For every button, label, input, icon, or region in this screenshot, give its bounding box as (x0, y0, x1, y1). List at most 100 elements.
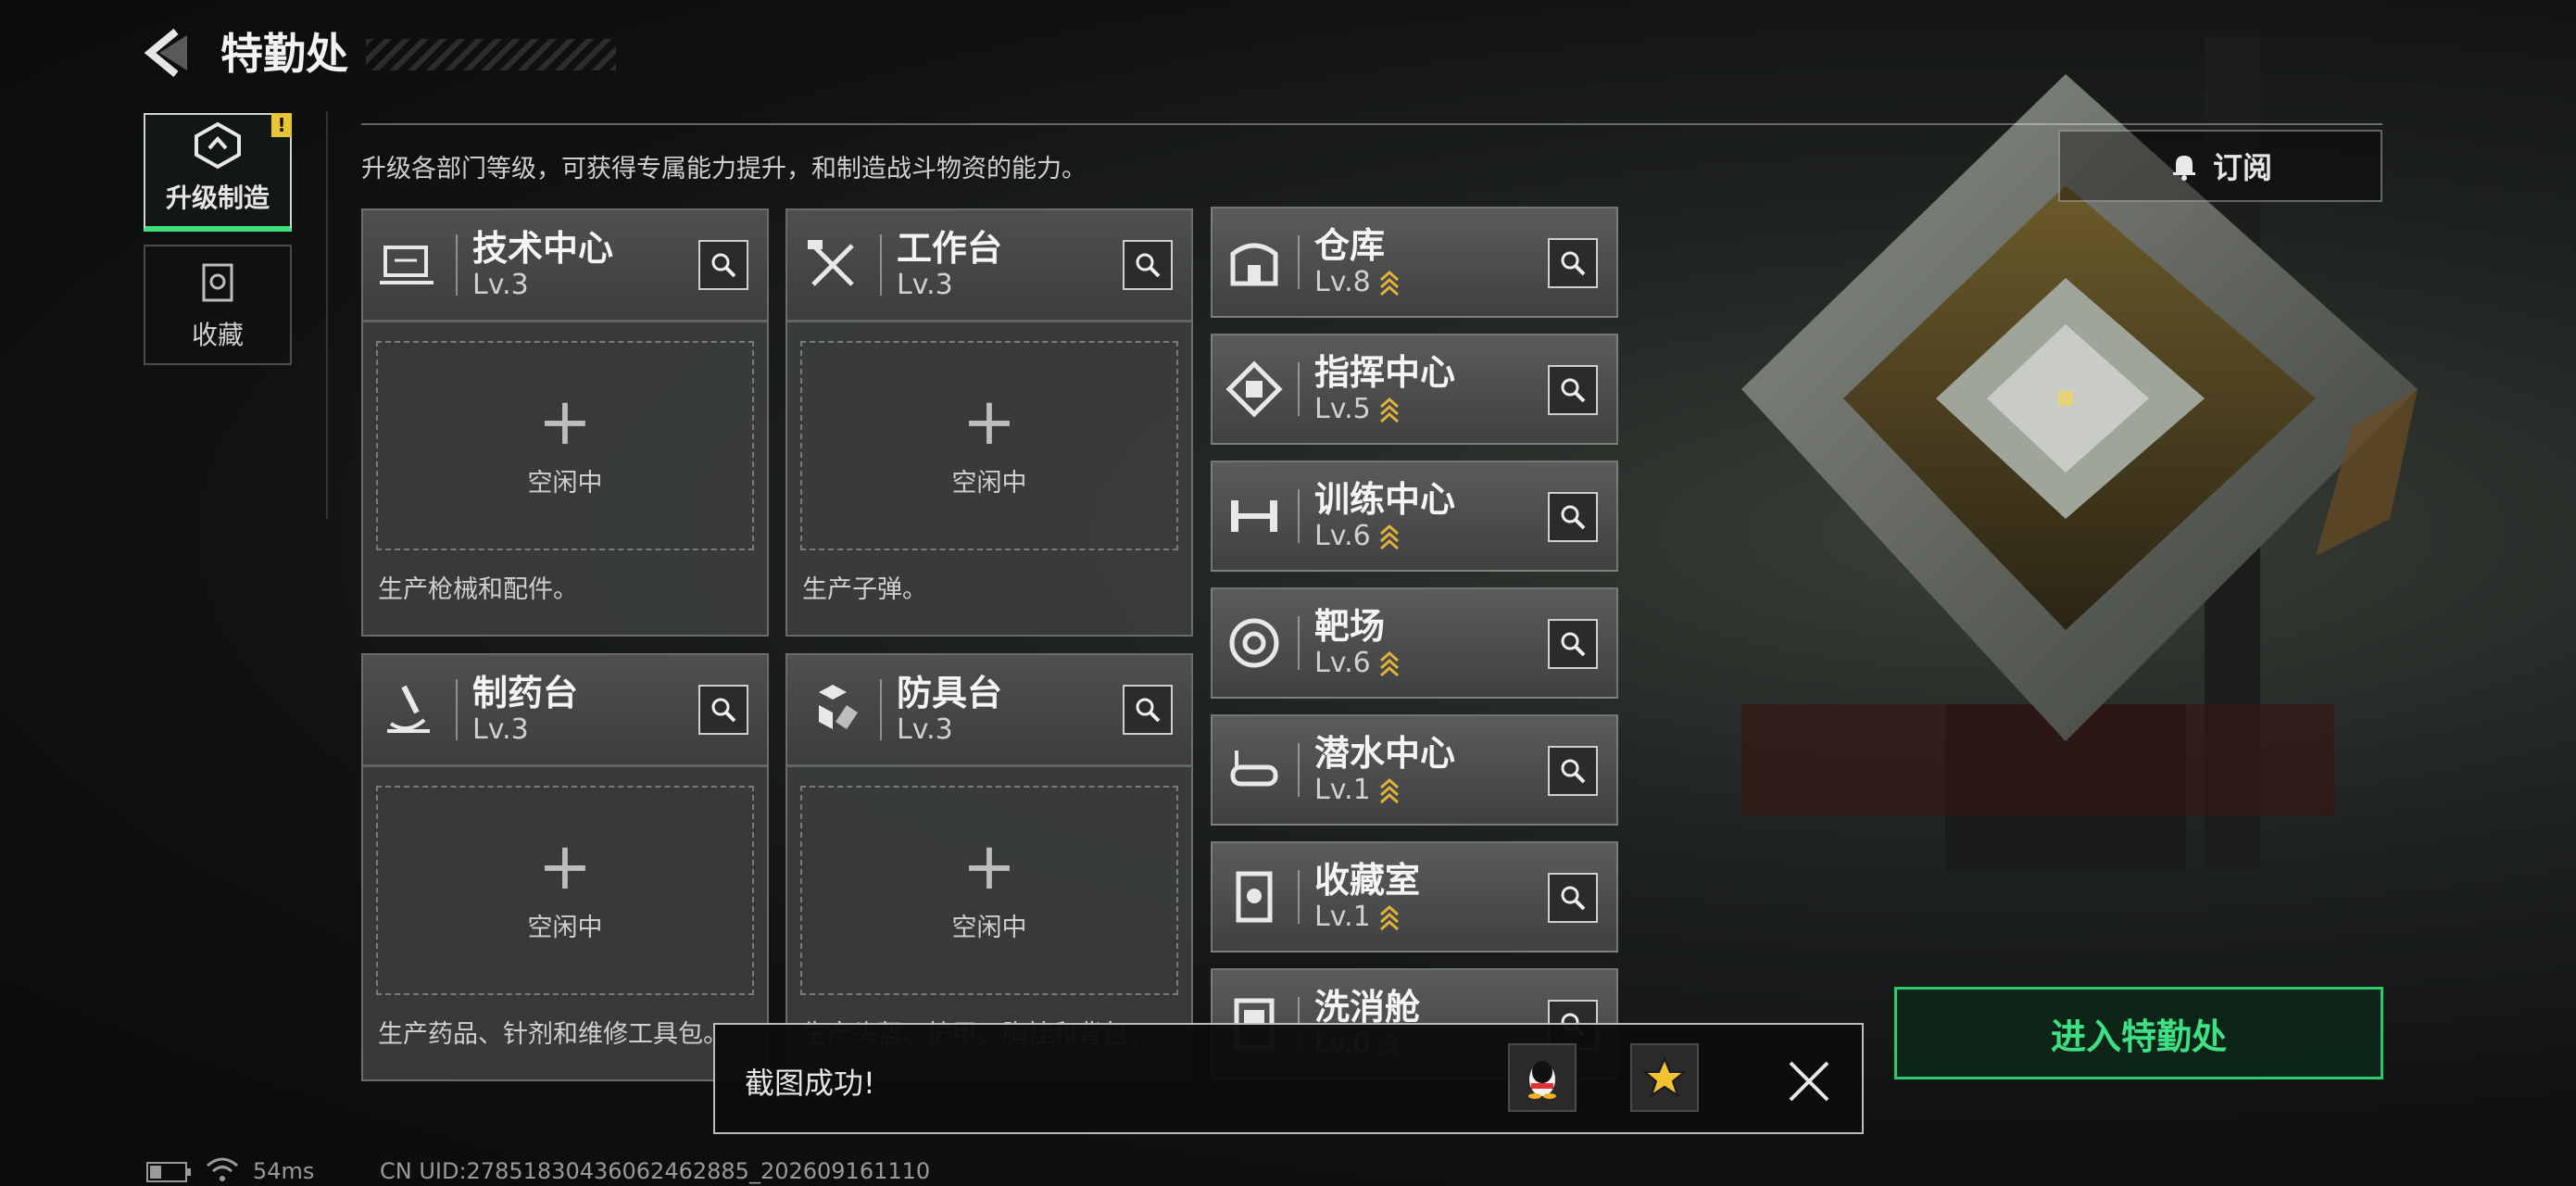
slot-status: 空闲中 (527, 913, 603, 942)
divider (326, 111, 328, 519)
facility-name: 收藏室 (1314, 860, 1421, 901)
plus-icon: + (537, 383, 593, 460)
production-slot[interactable]: + 空闲中 (800, 786, 1178, 995)
workshop-name: 防具台 (897, 673, 1003, 713)
search-button[interactable] (1123, 685, 1173, 735)
production-slot[interactable]: + 空闲中 (800, 341, 1178, 550)
slot-status: 空闲中 (951, 913, 1027, 942)
workshop-card-pharmacy[interactable]: 制药台 Lv.3 + 空闲中 生产药品、针剂和维修工具包。 (361, 653, 769, 1081)
facility-name: 潜水中心 (1314, 733, 1456, 774)
facility-level: Lv.5 (1314, 393, 1371, 425)
search-icon (1136, 253, 1161, 278)
share-qq-button[interactable] (1508, 1043, 1577, 1112)
search-button[interactable] (1548, 492, 1598, 542)
tab-label: 收藏 (191, 320, 244, 350)
workshop-level: Lv.3 (897, 269, 953, 301)
workshop-description: 生产药品、针剂和维修工具包。 (378, 1020, 728, 1049)
close-icon[interactable] (1786, 1058, 1832, 1104)
facility-card[interactable]: 仓库 Lv.8 (1211, 207, 1618, 318)
search-button[interactable] (1123, 240, 1173, 290)
user-uid: CN UID:2785183043606246​2885_20260916111… (380, 1158, 931, 1184)
search-icon (711, 698, 736, 723)
workshop-level: Lv.3 (472, 269, 529, 301)
facility-level: Lv.1 (1314, 901, 1371, 933)
search-icon (1561, 886, 1586, 911)
workshop-name: 技术中心 (472, 228, 614, 269)
search-icon (1561, 251, 1586, 276)
workshop-level: Lv.3 (897, 713, 953, 746)
plus-icon: + (537, 827, 593, 904)
search-icon (711, 253, 736, 278)
wifi-icon (207, 1157, 238, 1181)
search-icon (1136, 698, 1161, 723)
divider (361, 123, 2382, 125)
facility-card[interactable]: 靶场 Lv.6 (1211, 587, 1618, 699)
facility-level: Lv.6 (1314, 647, 1371, 679)
subscribe-label: 订阅 (2212, 150, 2272, 185)
slot-status: 空闲中 (951, 468, 1027, 498)
facility-name: 训练中心 (1314, 479, 1456, 520)
tab-upgrade-craft[interactable]: ! 升级制造 (144, 113, 292, 232)
search-button[interactable] (1548, 365, 1598, 415)
target-icon (1229, 618, 1279, 668)
facility-card[interactable]: 收藏室 Lv.1 (1211, 841, 1618, 953)
alert-badge: ! (271, 113, 292, 137)
search-button[interactable] (1548, 746, 1598, 796)
workshop-card-workbench[interactable]: 工作台 Lv.3 + 空闲中 生产子弹。 (785, 208, 1193, 637)
enter-special-ops-button[interactable]: 进入特勤处 (1894, 987, 2383, 1079)
production-slot[interactable]: + 空闲中 (376, 341, 754, 550)
search-button[interactable] (1548, 619, 1598, 669)
facility-card[interactable]: 训练中心 Lv.6 (1211, 461, 1618, 572)
microscope-icon (387, 685, 430, 733)
tab-label: 升级制造 (165, 183, 270, 213)
search-button[interactable] (698, 685, 748, 735)
battery-icon (146, 1162, 191, 1182)
facility-name: 洗消舱 (1314, 987, 1421, 1028)
upgrade-chevron-icon (1379, 397, 1399, 423)
penguin-icon (1528, 1061, 1556, 1099)
bell-icon (2172, 156, 2195, 181)
workshop-level: Lv.3 (472, 713, 529, 746)
facility-level: Lv.1 (1314, 774, 1371, 806)
ping-readout: 54ms (253, 1158, 315, 1184)
page-title: 特勤处 (220, 29, 348, 79)
slot-status: 空闲中 (527, 468, 603, 498)
upgrade-chevron-icon (1379, 904, 1399, 931)
production-slot[interactable]: + 空闲中 (376, 786, 754, 995)
upgrade-chevron-icon (1379, 777, 1399, 804)
search-icon (1561, 759, 1586, 784)
search-button[interactable] (1548, 238, 1598, 288)
workshop-name: 制药台 (472, 673, 579, 713)
tab-collection[interactable]: 收藏 (144, 245, 292, 365)
upgrade-chevron-icon (1379, 524, 1399, 550)
share-favorite-button[interactable] (1630, 1043, 1699, 1112)
workshop-description: 生产枪械和配件。 (378, 575, 578, 604)
facility-name: 指挥中心 (1314, 352, 1456, 393)
star-icon (1642, 1056, 1687, 1098)
armor-blocks-icon (819, 685, 858, 729)
tech-center-icon (380, 246, 434, 284)
diving-mask-icon (1230, 751, 1278, 787)
search-icon (1561, 632, 1586, 657)
workshop-description: 生产子弹。 (802, 575, 927, 604)
search-button[interactable] (1548, 873, 1598, 923)
facility-card[interactable]: 潜水中心 Lv.1 (1211, 714, 1618, 826)
back-arrow-icon[interactable] (139, 26, 195, 80)
workshop-card-tech-center[interactable]: 技术中心 Lv.3 + 空闲中 生产枪械和配件。 (361, 208, 769, 637)
facility-name: 靶场 (1314, 606, 1386, 647)
subscribe-button[interactable]: 订阅 (2058, 130, 2382, 202)
search-icon (1561, 378, 1586, 403)
collection-case-icon (202, 263, 233, 302)
screenshot-toast: 截图成功! (713, 1023, 1864, 1134)
hammer-wrench-icon (808, 240, 854, 286)
search-button[interactable] (698, 240, 748, 290)
facility-card[interactable]: 指挥中心 Lv.5 (1211, 334, 1618, 445)
workshop-card-armor-bench[interactable]: 防具台 Lv.3 + 空闲中 生产头盔、护甲、胸挂和背包。 (785, 653, 1193, 1081)
warehouse-icon (1230, 243, 1278, 286)
upgrade-cube-icon (195, 121, 241, 170)
title-decoration (366, 39, 616, 70)
facility-level: Lv.6 (1314, 520, 1371, 552)
upgrade-chevron-icon (1379, 650, 1399, 677)
facility-list[interactable]: 仓库 Lv.8 指挥中心 Lv.5 训练中心 Lv.6 靶场 Lv.6 潜水中心 Lv.1 收藏室 L… (1211, 207, 1618, 1082)
plus-icon: + (961, 827, 1017, 904)
